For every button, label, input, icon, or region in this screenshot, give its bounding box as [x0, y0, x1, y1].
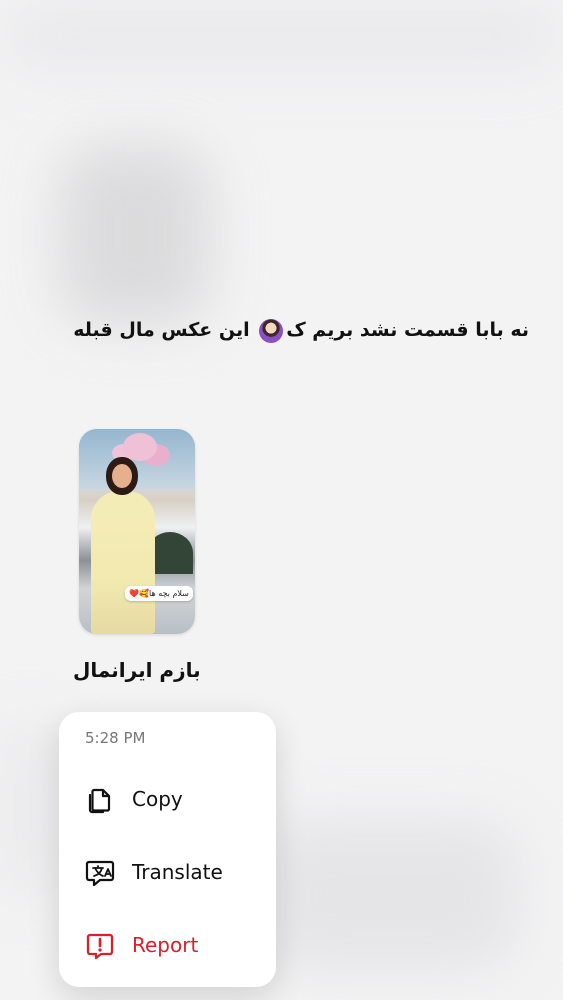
- blurred-left-area: [0, 720, 60, 900]
- copy-label: Copy: [132, 787, 183, 811]
- report-icon: [86, 933, 114, 960]
- message-context-menu: 5:28 PM Copy Translate Report: [59, 712, 276, 987]
- message-text-part-1: نه بابا قسمت نشد بریم ک: [286, 319, 529, 341]
- translate-menu-item[interactable]: Translate: [59, 844, 276, 900]
- message-text-part-2: این عکس مال قبله: [73, 319, 250, 341]
- story-person-face: [112, 464, 132, 488]
- message-time: 5:28 PM: [85, 729, 146, 747]
- story-person-dress: [91, 491, 155, 634]
- blurred-avatar-area: [60, 145, 210, 325]
- story-caption: بازم ایرانمال: [73, 658, 201, 682]
- message-text: نه بابا قسمت نشد بریم ک این عکس مال قبله: [73, 312, 529, 348]
- copy-menu-item[interactable]: Copy: [59, 771, 276, 827]
- story-pink-tree: [123, 433, 157, 461]
- copy-icon: [88, 788, 111, 814]
- report-label: Report: [132, 933, 199, 957]
- report-menu-item[interactable]: Report: [59, 917, 276, 973]
- story-text-sticker: سلام بچه ها🥰❤️: [125, 586, 193, 601]
- woman-facepalm-emoji-icon: [259, 318, 284, 343]
- translate-icon: [85, 860, 115, 887]
- story-preview-image[interactable]: سلام بچه ها🥰❤️: [79, 429, 195, 634]
- blurred-header-area: [0, 0, 563, 70]
- translate-label: Translate: [132, 860, 223, 884]
- blurred-message-area: [260, 820, 520, 970]
